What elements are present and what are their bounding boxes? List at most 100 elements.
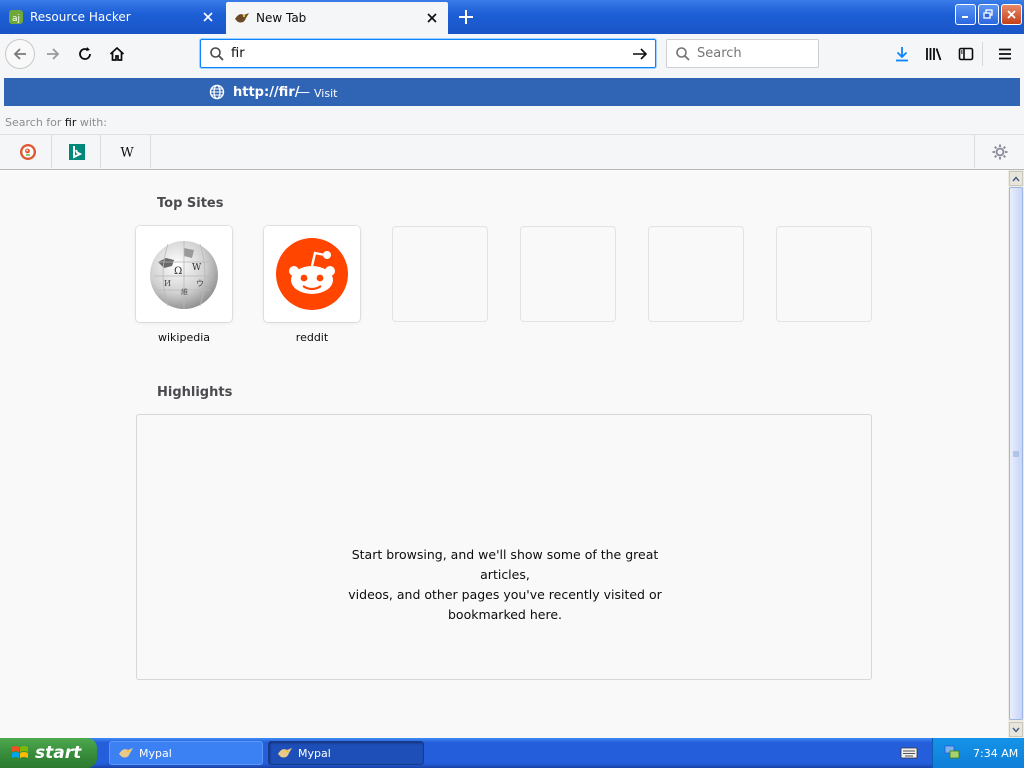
restore-button[interactable] (978, 4, 999, 25)
library-button[interactable] (918, 38, 950, 70)
search-with-term: fir (64, 116, 77, 129)
tab-label: Resource Hacker (30, 10, 131, 24)
top-site-tile-empty[interactable] (520, 226, 616, 322)
top-site-tile-empty[interactable] (392, 226, 488, 322)
search-icon (676, 46, 690, 61)
new-tab-page: Top Sites Ω W И ウ 維 wikipedia reddit Hig… (0, 170, 1008, 738)
highlights-message-line: videos, and other pages you've recently … (348, 587, 662, 602)
reddit-icon (276, 238, 348, 310)
close-tab-icon[interactable] (424, 10, 440, 26)
search-icon (210, 46, 224, 61)
svg-text:W: W (192, 263, 202, 273)
one-off-search-engines: W (0, 134, 1024, 168)
vertical-scrollbar[interactable] (1008, 170, 1024, 738)
top-site-label: reddit (295, 331, 329, 344)
forward-arrow-icon (47, 48, 60, 60)
scroll-down-button[interactable] (1009, 722, 1023, 737)
windows-taskbar: start Mypal Mypal 7:34 AM (0, 738, 1024, 768)
scroll-thumb[interactable] (1009, 187, 1023, 720)
taskbar-item-label: Mypal (298, 746, 331, 760)
back-arrow-icon (5, 39, 35, 69)
library-icon (926, 48, 942, 61)
top-site-label: wikipedia (157, 331, 210, 344)
top-site-tile-reddit[interactable] (264, 226, 360, 322)
search-with-prefix: Search for (5, 116, 65, 129)
search-with-suffix: with: (76, 116, 107, 129)
chevron-down-icon (1012, 727, 1020, 733)
taskbar-item-mypal[interactable]: Mypal (109, 741, 263, 765)
search-engine-wikipedia[interactable]: W (103, 135, 151, 168)
system-tray: 7:34 AM (932, 738, 1024, 768)
start-button[interactable]: start (0, 738, 97, 768)
top-site-tile-wikipedia[interactable]: Ω W И ウ 維 (136, 226, 232, 322)
top-site-tile-empty[interactable] (776, 226, 872, 322)
search-input[interactable] (697, 46, 807, 61)
autocomplete-separator: — (297, 84, 310, 100)
menu-button[interactable] (989, 38, 1021, 70)
mypal-icon (234, 10, 250, 26)
go-arrow-icon[interactable] (631, 45, 649, 66)
network-icon[interactable] (943, 744, 961, 763)
reload-icon (79, 47, 91, 60)
sidebar-button[interactable] (950, 38, 982, 70)
url-autocomplete-popup: http://fir/ — Visit Search for fir with:… (0, 74, 1024, 170)
top-site-tile-empty[interactable] (648, 226, 744, 322)
close-icon (1007, 10, 1016, 19)
download-icon (896, 47, 908, 62)
back-button[interactable] (4, 38, 36, 70)
taskbar-item-mypal-active[interactable]: Mypal (268, 741, 424, 765)
highlights-title: Highlights (157, 385, 233, 400)
forward-button[interactable] (37, 38, 69, 70)
search-engine-duckduckgo[interactable] (4, 135, 52, 168)
mypal-icon (278, 748, 292, 758)
scroll-up-button[interactable] (1009, 171, 1023, 186)
highlights-message-line: Start browsing, and we'll show some of t… (351, 547, 659, 582)
tab-resource-hacker[interactable]: aj Resource Hacker (0, 2, 224, 32)
highlights-message-line: bookmarked here. (448, 607, 562, 622)
wikipedia-icon: W (120, 145, 134, 160)
tab-label: New Tab (256, 11, 307, 25)
minimize-icon (962, 16, 968, 18)
home-icon (109, 46, 125, 61)
downloads-button[interactable] (886, 38, 918, 70)
restore-icon (983, 9, 993, 19)
svg-text:維: 維 (181, 287, 188, 296)
search-with-label: Search for fir with: (5, 116, 107, 129)
globe-icon (209, 84, 225, 103)
svg-text:aj: aj (12, 14, 20, 24)
taskbar-item-label: Mypal (139, 746, 172, 760)
autocomplete-url: http://fir/ (233, 84, 300, 100)
autocomplete-result-visit[interactable]: http://fir/ — Visit (4, 78, 1020, 106)
home-button[interactable] (101, 38, 133, 70)
toolbar-separator (982, 42, 983, 66)
svg-text:И: И (164, 279, 171, 288)
start-label: start (35, 743, 82, 763)
svg-text:ウ: ウ (196, 279, 204, 288)
close-window-button[interactable] (1001, 4, 1022, 25)
plus-icon (459, 10, 473, 24)
minimize-button[interactable] (955, 4, 976, 25)
svg-text:Ω: Ω (174, 266, 182, 277)
search-settings-button[interactable] (974, 135, 1024, 168)
url-input[interactable] (231, 41, 611, 66)
navigation-toolbar (0, 34, 1024, 74)
sidebar-icon (958, 47, 974, 61)
top-sites-title: Top Sites (157, 196, 224, 211)
reload-button[interactable] (69, 38, 101, 70)
keyboard-icon[interactable] (900, 745, 918, 764)
grip-icon (1013, 451, 1019, 456)
duckduckgo-icon (19, 143, 36, 160)
new-tab-button[interactable] (454, 5, 478, 29)
search-engine-bing[interactable] (53, 135, 101, 168)
highlights-empty-state: Start browsing, and we'll show some of t… (136, 414, 872, 680)
close-tab-icon[interactable] (200, 9, 216, 25)
resource-hacker-icon: aj (8, 9, 24, 25)
svg-text:W: W (120, 145, 134, 160)
gear-icon (992, 144, 1007, 159)
autocomplete-action: Visit (314, 87, 338, 100)
search-bar[interactable] (666, 39, 819, 68)
hamburger-menu-icon (999, 48, 1011, 60)
tab-new-tab[interactable]: New Tab (226, 2, 448, 34)
clock[interactable]: 7:34 AM (973, 747, 1018, 760)
url-bar[interactable] (200, 39, 656, 68)
